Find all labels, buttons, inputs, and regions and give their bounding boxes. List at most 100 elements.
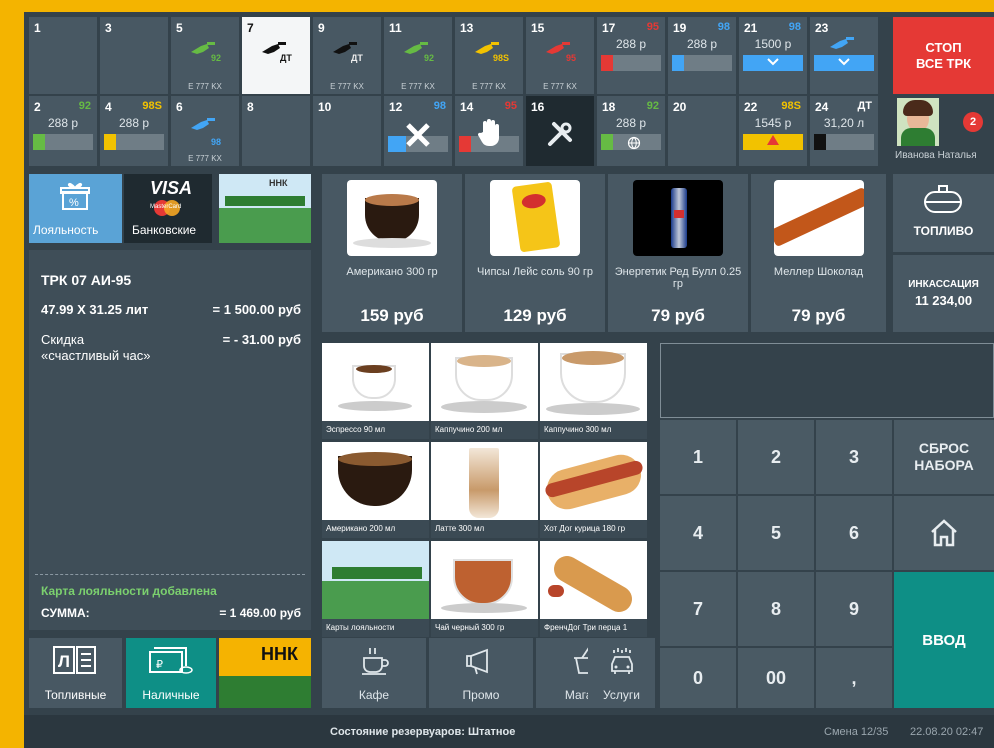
visa-logo: VISA: [150, 178, 193, 198]
operator-panel[interactable]: 2 Иванова Наталья: [893, 96, 994, 166]
pump-6[interactable]: 6 98 E 777 KX: [171, 96, 239, 166]
pump-number: 18: [602, 100, 616, 114]
pump-11[interactable]: 11 92 E 777 KX: [384, 17, 452, 94]
category-label: Услуги: [603, 688, 640, 702]
warning-icon: [743, 134, 803, 150]
key-0[interactable]: 0: [660, 648, 736, 708]
product-price: 79 руб: [791, 306, 846, 325]
grid-frenchdog[interactable]: ФренчДог Три перца 1: [540, 541, 647, 637]
key-1[interactable]: 1: [660, 420, 736, 494]
key-8[interactable]: 8: [738, 572, 814, 646]
key-3[interactable]: 3: [816, 420, 892, 494]
loyalty-button[interactable]: % Лояльность: [29, 174, 122, 243]
pump-2[interactable]: 2 92 288 р: [29, 96, 97, 166]
category-promo[interactable]: Промо: [429, 638, 533, 708]
pump-14[interactable]: 14 95: [455, 96, 523, 166]
category-cafe[interactable]: Кафе: [322, 638, 426, 708]
pump-number: 19: [673, 21, 687, 35]
pump-17[interactable]: 17 95 288 р: [597, 17, 665, 94]
fuel-grade: 95: [646, 21, 659, 33]
key-4[interactable]: 4: [660, 496, 736, 570]
globe-icon: [627, 136, 641, 150]
fuel-grade: 98S: [781, 100, 801, 112]
pump-16[interactable]: 16: [526, 96, 594, 166]
pump-21[interactable]: 21 98 1500 р: [739, 17, 807, 94]
grid-black-tea[interactable]: Чай черный 300 гр: [431, 541, 538, 637]
reset-button[interactable]: СБРОС НАБОРА: [894, 420, 994, 494]
pump-8[interactable]: 8: [242, 96, 310, 166]
pump-18[interactable]: 18 92 288 р: [597, 96, 665, 166]
grid-hotdog[interactable]: Хот Дог курица 180 гр: [540, 442, 647, 538]
hand-stop-icon: [477, 119, 499, 147]
confirm-check-icon[interactable]: [743, 55, 803, 71]
pump-20[interactable]: 20: [668, 96, 736, 166]
product-americano[interactable]: Американо 300 гр 159 руб: [322, 174, 462, 332]
collection-button[interactable]: ИНКАССАЦИЯ 11 234,00: [893, 255, 994, 332]
grid-espresso[interactable]: Эспрессо 90 мл: [322, 343, 429, 439]
key-00[interactable]: 00: [738, 648, 814, 708]
pump-4[interactable]: 4 98S 288 р: [100, 96, 168, 166]
pump-number: 24: [815, 100, 829, 114]
pump-24[interactable]: 24 ДТ 31,20 л: [810, 96, 878, 166]
grid-cappuccino-200[interactable]: Каппучино 200 мл: [431, 343, 538, 439]
key-2[interactable]: 2: [738, 420, 814, 494]
key-6[interactable]: 6: [816, 496, 892, 570]
grid-label: Каппучино 300 мл: [540, 421, 647, 439]
stop-all-pumps-button[interactable]: СТОП ВСЕ ТРК: [893, 17, 994, 94]
cash-button[interactable]: ₽ Наличные: [126, 638, 216, 708]
input-display[interactable]: [660, 343, 994, 418]
nnk-card-button[interactable]: ННК: [219, 638, 311, 708]
product-meller[interactable]: Меллер Шоколад 79 руб: [751, 174, 886, 332]
nnk-station-image[interactable]: ННК: [219, 174, 311, 243]
grid-latte[interactable]: Латте 300 мл: [431, 442, 538, 538]
fuel-grade: 92: [78, 100, 91, 112]
sum-value: = 1 469.00 руб: [219, 606, 301, 620]
pump-number: 7: [247, 21, 254, 35]
pump-23[interactable]: 23: [810, 17, 878, 94]
receipt-panel: ТРК 07 АИ-95 47.99 X 31.25 лит = 1 500.0…: [29, 250, 311, 630]
pump-12[interactable]: 12 98: [384, 96, 452, 166]
grid-americano-200[interactable]: Американо 200 мл: [322, 442, 429, 538]
key-7[interactable]: 7: [660, 572, 736, 646]
pump-9[interactable]: 9 ДТ E 777 KX: [313, 17, 381, 94]
pump-amount: 288 р: [686, 37, 718, 51]
product-image-candy: [773, 180, 864, 256]
loyalty-label: Лояльность: [33, 223, 99, 237]
pump-10[interactable]: 10: [313, 96, 381, 166]
pump-15[interactable]: 15 95 E 777 KX: [526, 17, 594, 94]
nozzle-grade: 98: [211, 137, 222, 147]
key-9[interactable]: 9: [816, 572, 892, 646]
fuel-card-icon: Л: [53, 646, 96, 674]
home-button[interactable]: [894, 496, 994, 570]
pump-1[interactable]: 1: [29, 17, 97, 94]
fuel-button[interactable]: ТОПЛИВО: [893, 174, 994, 252]
key-comma[interactable]: ,: [816, 648, 892, 708]
nozzle-icon: [191, 118, 215, 130]
pump-13[interactable]: 13 98S E 777 KX: [455, 17, 523, 94]
pump-19[interactable]: 19 98 288 р: [668, 17, 736, 94]
pump-3[interactable]: 3: [100, 17, 168, 94]
stop-label-2: ВСЕ ТРК: [915, 55, 972, 71]
category-services[interactable]: Услуги: [588, 638, 655, 708]
pump-amount: 31,20 л: [823, 116, 865, 130]
product-redbull[interactable]: Энергетик Ред Булл 0.25 гр 79 руб: [608, 174, 748, 332]
grid-loyalty-cards[interactable]: Карты лояльности: [322, 541, 429, 637]
bank-cards-button[interactable]: VISA MasterCard Банковские: [124, 174, 212, 243]
grid-cappuccino-300[interactable]: Каппучино 300 мл: [540, 343, 647, 439]
category-label: Кафе: [358, 688, 390, 702]
gift-percent-icon: %: [60, 182, 90, 210]
cup-icon: [362, 648, 389, 675]
confirm-check-icon[interactable]: [814, 55, 874, 71]
pump-5[interactable]: 5 92 E 777 KX: [171, 17, 239, 94]
key-5[interactable]: 5: [738, 496, 814, 570]
pump-7[interactable]: 7 ДТ: [242, 17, 310, 94]
grid-label: Карты лояльности: [322, 619, 429, 637]
car-plate: E 777 KX: [330, 82, 364, 91]
enter-button[interactable]: ВВОД: [894, 572, 994, 708]
pump-22[interactable]: 22 98S 1545 р: [739, 96, 807, 166]
notification-badge[interactable]: 2: [963, 112, 983, 132]
grid-label: Чай черный 300 гр: [431, 619, 538, 637]
fuel-cards-button[interactable]: Л Топливные: [29, 638, 122, 708]
pump-number: 10: [318, 100, 332, 114]
product-lays[interactable]: Чипсы Лейс соль 90 гр 129 руб: [465, 174, 605, 332]
